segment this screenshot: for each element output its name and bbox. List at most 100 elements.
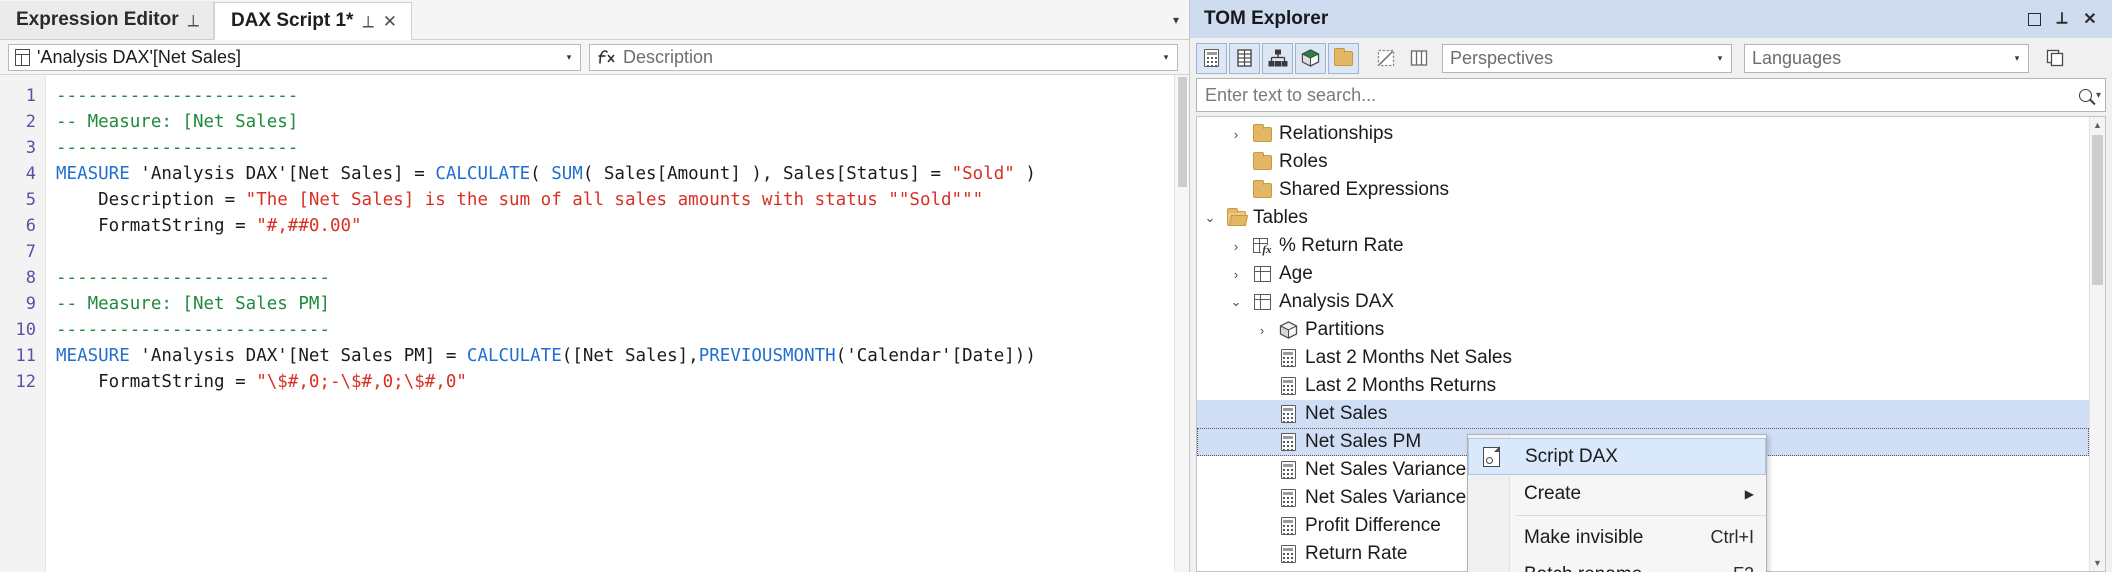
search-input[interactable]: Enter text to search... ▾ [1196, 78, 2106, 112]
tab-label: DAX Script 1* [231, 10, 353, 32]
search-button[interactable]: ▾ [2079, 89, 2101, 102]
tree-item-age[interactable]: ›Age [1197, 260, 2089, 288]
hierarchies-toggle-button[interactable] [1262, 43, 1293, 74]
scrollbar-thumb[interactable] [2092, 135, 2103, 285]
object-selector-combo[interactable]: 'Analysis DAX'[Net Sales] ▾ [8, 44, 581, 71]
measures-toggle-button[interactable] [1196, 43, 1227, 74]
menu-item-batch-rename[interactable]: Batch rename...F2 [1468, 556, 1766, 572]
pin-icon[interactable]: ⟂ [188, 12, 199, 29]
chevron-right-icon[interactable]: › [1223, 267, 1249, 282]
scrollbar-thumb[interactable] [1178, 77, 1187, 187]
line-number: 2 [0, 109, 45, 135]
code-token: FormatString = [56, 372, 256, 392]
chevron-down-icon[interactable]: ⌄ [1197, 210, 1223, 226]
tree-item-relationships[interactable]: ›Relationships [1197, 120, 2089, 148]
line-number: 8 [0, 265, 45, 291]
tree-item-shared-expressions[interactable]: ›Shared Expressions [1197, 176, 2089, 204]
measure-icon [1275, 461, 1301, 479]
measure-icon [1275, 349, 1301, 367]
restore-icon[interactable] [2020, 5, 2048, 33]
partitions-toggle-button[interactable] [1295, 43, 1326, 74]
tree-item-label: Net Sales PM [1301, 431, 1421, 453]
script-dax-icon [1479, 445, 1503, 469]
scroll-up-arrow[interactable]: ▲ [2090, 117, 2105, 133]
chevron-down-icon[interactable]: ▾ [1157, 52, 1175, 63]
code-line: ----------------------- [56, 135, 1189, 161]
close-icon[interactable]: ✕ [383, 13, 397, 30]
code-token: "The [Net Sales] is the sum of all sales… [246, 190, 984, 210]
tree-item-label: % Return Rate [1275, 235, 1404, 257]
columns-toggle-button[interactable] [1229, 43, 1260, 74]
line-number: 12 [0, 369, 45, 395]
chevron-right-icon[interactable]: › [1249, 323, 1275, 338]
menu-item-label: Script DAX [1525, 446, 1753, 468]
scroll-down-arrow[interactable]: ▼ [2090, 555, 2105, 571]
search-placeholder: Enter text to search... [1205, 85, 2079, 106]
perspectives-dropdown[interactable]: Perspectives ▾ [1442, 44, 1732, 73]
hidden-objects-toggle-button[interactable] [1370, 43, 1401, 74]
page-title: TOM Explorer [1204, 8, 1328, 30]
tree-item-last-2-months-returns[interactable]: ›Last 2 Months Returns [1197, 372, 2089, 400]
editor-tabstrip: Expression Editor ⟂ DAX Script 1* ⟂ ✕ ▾ [0, 0, 1189, 40]
chevron-down-icon[interactable]: ▾ [1163, 1, 1189, 39]
tree-item-tables[interactable]: ⌄ Tables [1197, 204, 2089, 232]
tree-item-roles[interactable]: ›Roles [1197, 148, 2089, 176]
editor-vertical-scrollbar[interactable] [1174, 75, 1189, 572]
code-token: FormatString = [56, 216, 256, 236]
hidden-icon [1377, 49, 1395, 67]
code-line: MEASURE 'Analysis DAX'[Net Sales] = CALC… [56, 161, 1189, 187]
chevron-down-icon[interactable]: ▾ [1711, 53, 1729, 64]
languages-dropdown[interactable]: Languages ▾ [1744, 44, 2029, 73]
folder-icon [1249, 155, 1275, 170]
hierarchy-icon [1268, 49, 1288, 67]
chevron-down-icon[interactable]: ▾ [2008, 53, 2026, 64]
copy-icon-button[interactable] [2039, 43, 2070, 74]
menu-item-create[interactable]: Create▶ [1468, 475, 1766, 512]
table-columns-icon [1410, 49, 1428, 67]
description-combo[interactable]: Description ▾ [589, 44, 1178, 71]
code-token: SUM [551, 164, 583, 184]
tree-item-net-sales[interactable]: ›Net Sales [1197, 400, 2089, 428]
columns-icon [1237, 49, 1252, 67]
menu-item-label: Make invisible [1524, 527, 1692, 549]
close-icon[interactable]: ✕ [2076, 5, 2104, 33]
tab-expression-editor[interactable]: Expression Editor ⟂ [0, 1, 214, 39]
tree-spacer: › [1249, 379, 1275, 394]
code-editor[interactable]: 123456789101112 ------------------------… [0, 74, 1189, 572]
chevron-right-icon[interactable]: › [1223, 239, 1249, 254]
chevron-right-icon[interactable]: ▶ [1745, 487, 1754, 501]
tree-spacer: › [1249, 491, 1275, 506]
folder-icon [1334, 51, 1353, 66]
context-menu[interactable]: Script DAXCreate▶Make invisibleCtrl+IBat… [1467, 434, 1767, 572]
tree-item-label: Net Sales [1301, 403, 1387, 425]
chevron-right-icon[interactable]: › [1223, 127, 1249, 142]
tree-vertical-scrollbar[interactable]: ▲ ▼ [2089, 117, 2105, 571]
tree-item-label: Return Rate [1301, 543, 1407, 565]
line-number: 1 [0, 83, 45, 109]
chevron-down-icon[interactable]: ▾ [2096, 90, 2101, 101]
tree-item-return-rate[interactable]: ›fx% Return Rate [1197, 232, 2089, 260]
tree-item-partitions[interactable]: ›Partitions [1197, 316, 2089, 344]
description-value: Description [623, 47, 1150, 68]
chevron-down-icon[interactable]: ⌄ [1223, 294, 1249, 310]
pin-icon[interactable]: ⟂ [2048, 5, 2076, 33]
tree-item-label: Profit Difference [1301, 515, 1441, 537]
menu-item-label: Create [1524, 483, 1745, 505]
tree-item-last-2-months-net-sales[interactable]: ›Last 2 Months Net Sales [1197, 344, 2089, 372]
table-columns-toggle-button[interactable] [1403, 43, 1434, 74]
pin-icon[interactable]: ⟂ [362, 13, 373, 30]
cube-icon [1275, 321, 1301, 339]
menu-item-shortcut: Ctrl+I [1692, 527, 1754, 548]
dax-script-pane: Expression Editor ⟂ DAX Script 1* ⟂ ✕ ▾ … [0, 0, 1190, 572]
code-token: ( Sales[Amount] ), Sales[Status] = [583, 164, 952, 184]
chevron-down-icon[interactable]: ▾ [560, 52, 578, 63]
tab-dax-script-1[interactable]: DAX Script 1* ⟂ ✕ [214, 2, 412, 40]
calculator-icon [1204, 49, 1219, 67]
menu-item-make-invisible[interactable]: Make invisibleCtrl+I [1468, 519, 1766, 556]
tree-item-analysis-dax[interactable]: ⌄Analysis DAX [1197, 288, 2089, 316]
folders-toggle-button[interactable] [1328, 43, 1359, 74]
code-line: FormatString = "#,##0.00" [56, 213, 1189, 239]
tree-item-label: Tables [1249, 207, 1308, 229]
code-content[interactable]: ------------------------- Measure: [Net … [46, 75, 1189, 572]
menu-item-script-dax[interactable]: Script DAX [1468, 438, 1766, 475]
